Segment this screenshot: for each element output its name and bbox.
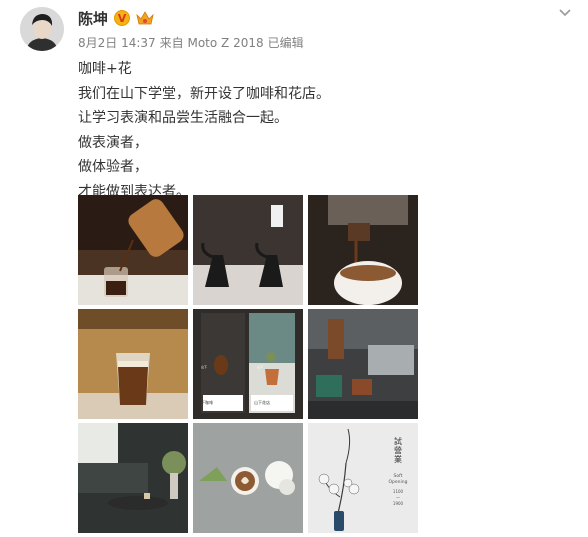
edited-label[interactable]: 已编辑: [268, 34, 304, 51]
post-text-line: 咖啡+花: [78, 61, 132, 77]
coffee-pour-photo[interactable]: [78, 195, 188, 305]
avatar[interactable]: [20, 7, 64, 51]
post-source: 来自 Moto Z 2018: [159, 36, 264, 50]
post-date[interactable]: 8月2日 14:37: [78, 34, 156, 51]
poster-left-title: 山下: [201, 365, 208, 369]
poster-line: Soft: [394, 473, 403, 479]
poster-left-sub: 山下咖啡: [197, 400, 213, 405]
kettles-photo[interactable]: [193, 195, 303, 305]
post-text-line: 我们在山下学堂，新开设了咖啡和花店。: [78, 85, 330, 102]
author-row: 陈坤 V: [78, 8, 154, 28]
author-name[interactable]: 陈坤: [78, 8, 108, 29]
post-text-line: 让学习表演和品尝生活融合一起。: [78, 110, 288, 126]
poster-hours: 1100: [393, 489, 404, 494]
post-text: 咖啡+花 我们在山下学堂，新开设了咖啡和花店。 让学习表演和品尝生活融合一起。 …: [78, 57, 558, 204]
poster-right-sub: 山下花店: [254, 400, 270, 405]
post-meta: 8月2日 14:37 来自 Moto Z 2018 已编辑: [78, 34, 304, 51]
verified-badge-icon: V: [114, 10, 131, 26]
post-text-line: 做表演者，: [78, 134, 148, 151]
chevron-down-icon[interactable]: [556, 6, 574, 20]
espresso-photo[interactable]: [308, 195, 418, 305]
image-grid: 試營業 Soft Opening 1100 一 1900 山下 山下咖啡 山下 …: [78, 195, 418, 533]
weibo-post-card: 陈坤 V 8月2日 14:37 来自 Moto Z 2018 已编辑 咖啡+花 …: [0, 0, 588, 537]
poster-title: 試營業: [394, 436, 403, 464]
poster-line: Opening: [389, 479, 408, 485]
poster-hours: 一: [396, 495, 400, 500]
latte-art-photo[interactable]: [193, 423, 303, 533]
crown-icon: [136, 11, 154, 25]
poster-right-title: 山下: [257, 365, 264, 369]
cafe-interior-photo[interactable]: [308, 309, 418, 419]
poster-hours: 1900: [393, 501, 404, 506]
lounge-photo[interactable]: [78, 423, 188, 533]
latte-glass-photo[interactable]: [78, 309, 188, 419]
post-text-line: 做体验者，: [78, 159, 148, 175]
flower-vase-poster[interactable]: 試營業 Soft Opening 1100 一 1900: [308, 423, 418, 533]
